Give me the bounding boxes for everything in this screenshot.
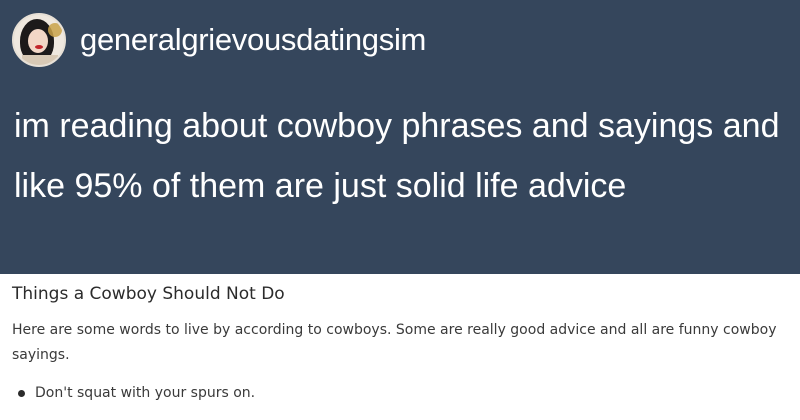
article-intro: Here are some words to live by according… xyxy=(12,322,777,363)
username[interactable]: generalgrievousdatingsim xyxy=(80,22,426,58)
bullet-icon xyxy=(18,389,25,397)
post-header: generalgrievousdatingsim xyxy=(12,8,426,72)
list-item: Don't squat with your spurs on. xyxy=(18,385,255,401)
list-item-text: Don't squat with your spurs on. xyxy=(35,385,256,401)
article-title: Things a Cowboy Should Not Do xyxy=(12,284,285,304)
quoted-article-screenshot: Things a Cowboy Should Not Do Here are s… xyxy=(0,274,800,420)
avatar[interactable] xyxy=(12,13,66,67)
post-body-text: im reading about cowboy phrases and sayi… xyxy=(14,107,780,205)
advice-list: Don't squat with your spurs on. xyxy=(18,385,255,401)
